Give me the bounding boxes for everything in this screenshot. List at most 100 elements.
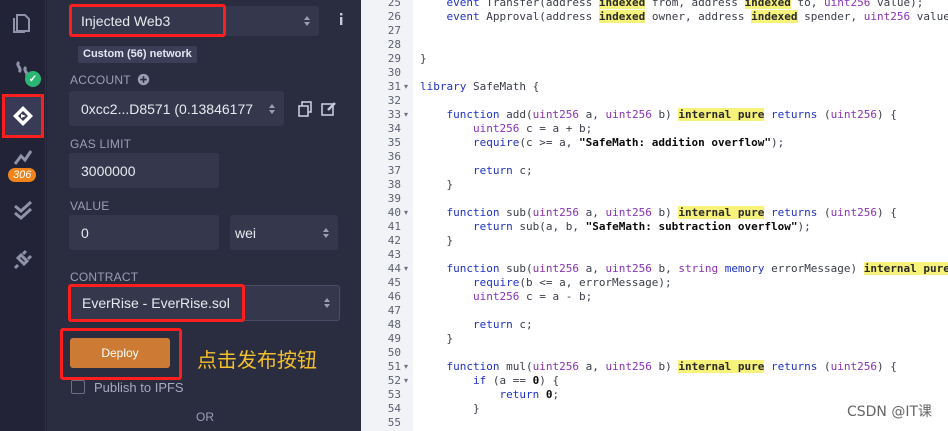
code-token: ( [817, 206, 831, 219]
code-token: value [910, 10, 948, 23]
code-token: returns [771, 206, 818, 219]
value-unit-select[interactable]: wei [230, 215, 338, 250]
line-number: 38 [387, 178, 401, 191]
fold-chevron-icon[interactable]: ▾ [404, 376, 408, 385]
line-number: 32 [387, 94, 401, 107]
line-number: 41 [387, 220, 401, 233]
line-number: 53 [387, 388, 401, 401]
code-token: uint256 [532, 360, 579, 373]
line-number: 43 [387, 248, 401, 261]
fold-chevron-icon[interactable]: ▾ [404, 208, 408, 217]
code-token: uint256 [605, 262, 652, 275]
solidity-compiler-icon[interactable]: ✓ [0, 47, 46, 93]
code-token: } [420, 52, 427, 65]
code-line: require(b <= a, errorMessage); [420, 276, 672, 289]
line-number: 33 [387, 108, 401, 121]
code-token: (a == [486, 374, 533, 387]
code-line: if (a == 0) { [420, 374, 559, 387]
code-line: } [420, 332, 453, 345]
info-icon[interactable] [333, 11, 349, 27]
code-line: uint256 c = a - b; [420, 290, 592, 303]
line-number: 52 [387, 374, 401, 387]
code-line: function sub(uint256 a, uint256 b, strin… [420, 262, 948, 275]
code-token: a, [578, 262, 606, 275]
code-token: c = a + b; [519, 122, 593, 135]
code-token: ) { [539, 374, 560, 387]
code-token: ) { [877, 360, 897, 373]
code-token: library [420, 80, 467, 93]
code-token: uint256 [472, 290, 520, 303]
code-token: memory [724, 262, 765, 275]
line-number: 48 [387, 318, 401, 331]
deploy-run-icon[interactable] [2, 94, 44, 138]
code-token: ( [817, 108, 831, 121]
code-token: to, [790, 0, 825, 9]
line-number-gutter: 25 26 27 28 29 30 31 ▾ 32 33 ▾ 34 35 36 37 38 39 40 ▾ 41 42 4… [361, 0, 413, 431]
unit-testing-icon[interactable] [0, 188, 46, 234]
code-line: function sub(uint256 a, uint256 b) inter… [420, 206, 897, 219]
code-token: a, [578, 206, 606, 219]
line-number: 34 [387, 122, 401, 135]
code-token: uint256 [472, 122, 520, 135]
code-token: uint256 [830, 206, 878, 219]
line-number: 26 [387, 10, 401, 23]
code-line: return c; [420, 164, 533, 177]
code-token: b) [651, 108, 679, 121]
code-token: uint256 [605, 360, 652, 373]
code-token: ); [797, 220, 811, 233]
code-token: event [446, 10, 480, 23]
fold-chevron-icon[interactable]: ▾ [404, 82, 408, 91]
code-token: function [446, 108, 500, 121]
line-number: 54 [387, 402, 401, 415]
fold-chevron-icon[interactable]: ▾ [404, 362, 408, 371]
line-number: 35 [387, 136, 401, 149]
code-token: internal pure [863, 262, 948, 275]
code-token: ) { [877, 206, 897, 219]
plugin-manager-icon[interactable] [0, 236, 46, 282]
code-line: function add(uint256 a, uint256 b) inter… [420, 108, 897, 121]
deploy-button[interactable]: Deploy [70, 338, 170, 368]
code-token: return [472, 318, 513, 331]
line-number: 44 [387, 262, 401, 275]
code-token: Transfer(address [479, 0, 599, 9]
fold-chevron-icon[interactable]: ▾ [404, 264, 408, 273]
analysis-icon[interactable]: 306 [0, 141, 46, 187]
code-token: string [678, 262, 719, 275]
code-line: return sub(a, b, "SafeMath: subtraction … [420, 220, 811, 233]
edit-icon[interactable] [321, 101, 337, 117]
gas-limit-input[interactable]: 3000000 [69, 153, 219, 188]
copy-icon[interactable] [297, 101, 313, 117]
line-number: 25 [387, 0, 401, 9]
code-token: } [420, 332, 454, 345]
code-editor[interactable]: 25 26 27 28 29 30 31 ▾ 32 33 ▾ 34 35 36 37 38 39 40 ▾ 41 42 4… [360, 0, 948, 431]
code-line: function mul(uint256 a, uint256 b) inter… [420, 360, 897, 373]
code-token: function [446, 206, 500, 219]
code-token: indexed [598, 10, 646, 23]
file-explorer-icon[interactable] [0, 0, 46, 46]
fold-chevron-icon[interactable]: ▾ [404, 110, 408, 119]
code-token: uint256 [532, 108, 579, 121]
code-token: return [472, 164, 513, 177]
publish-ipfs-checkbox[interactable] [71, 380, 85, 394]
code-token: b, [651, 262, 679, 275]
line-number: 42 [387, 234, 401, 247]
click-deploy-annotation: 点击发布按钮 [197, 348, 317, 372]
line-number: 46 [387, 290, 401, 303]
account-select[interactable]: 0xcc2...D8571 (0.13846177 [69, 91, 284, 126]
value-input[interactable]: 0 [69, 215, 219, 250]
code-token: returns [771, 108, 818, 121]
code-token: return [472, 220, 513, 233]
add-account-icon[interactable] [137, 73, 150, 86]
code-token: a, [578, 360, 606, 373]
code-token: errorMessage) [764, 262, 864, 275]
select-arrows-icon [304, 16, 310, 26]
